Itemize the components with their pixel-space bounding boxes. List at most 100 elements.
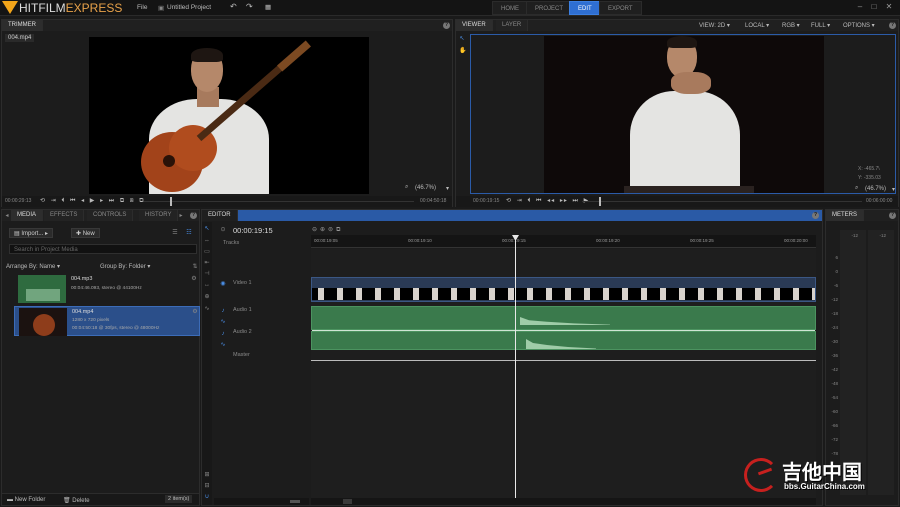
slide-tool-icon[interactable]: ↔ <box>204 282 210 288</box>
chair <box>624 186 754 193</box>
rgb-select[interactable]: RGB ▾ <box>782 22 800 29</box>
roll-tool-icon[interactable]: ⊣ <box>204 271 210 277</box>
waveform-icon[interactable]: ∿ <box>220 319 226 325</box>
video-clip[interactable] <box>311 277 816 302</box>
full-select[interactable]: FULL ▾ <box>811 22 830 29</box>
tab-controls[interactable]: CONTROLS <box>87 210 134 221</box>
new-button[interactable]: ✚ New <box>71 228 100 238</box>
audio2-clip[interactable] <box>311 331 816 350</box>
waveform <box>26 289 60 301</box>
trimmer-video <box>89 37 369 194</box>
zoom-in-icon[interactable]: ⊞ <box>204 472 210 478</box>
rate-tool-icon[interactable]: ⊕ <box>204 294 210 300</box>
eye-icon[interactable]: ◉ <box>220 281 226 287</box>
viewer-playhead[interactable] <box>599 197 601 206</box>
help-icon[interactable]: ? <box>443 22 450 29</box>
group-by-select[interactable]: Group By: Folder ▾ <box>100 263 150 270</box>
file-menu[interactable]: File <box>137 4 147 11</box>
media-item[interactable]: 004.mp3 00:04:46.093, stereo @ 44100Hz ⚙ <box>14 274 200 304</box>
tab-trimmer[interactable]: TRIMMER <box>2 20 43 31</box>
speaker-icon[interactable]: ♪ <box>220 308 226 314</box>
redo-icon[interactable]: ↷ <box>246 2 253 11</box>
gear-icon[interactable]: ⚙ <box>192 309 198 315</box>
viewer-zoom-icon[interactable]: ⌕ <box>855 185 858 192</box>
help-icon[interactable]: ? <box>889 212 896 219</box>
tab-export[interactable]: EXPORT <box>599 1 642 15</box>
editor-header: EDITOR ? <box>202 210 822 221</box>
transport-buttons[interactable]: ⟲ ⇥ ⏴ ⏮ ◂ ▶ ▸ ⏭ ⧉ ⧈ ⧉ <box>40 197 145 205</box>
arrange-by-select[interactable]: Arrange By: Name ▾ <box>6 263 60 270</box>
help-icon[interactable]: ? <box>812 212 819 219</box>
timeline-ruler[interactable]: 00:00:19:05 00:00:19:10 00:00:19:15 00:0… <box>311 235 816 248</box>
waveform-icon[interactable]: ∿ <box>220 342 226 348</box>
meter-scale-label: -6 <box>833 283 838 288</box>
project-title[interactable]: Untitled Project <box>167 4 211 11</box>
view-mode-select[interactable]: VIEW: 2D ▾ <box>699 22 730 29</box>
meter-scale-label: -72 <box>831 437 838 442</box>
master-level-line[interactable] <box>311 360 816 361</box>
slip-tool-icon[interactable]: ⇔ <box>204 238 210 244</box>
trimmer-zoom[interactable]: (46.7%) <box>415 185 436 191</box>
tab-effects[interactable]: EFFECTS <box>44 210 85 221</box>
timeline-scroll-thumb[interactable] <box>343 499 352 504</box>
media-search-input[interactable]: Search in Project Media <box>9 244 197 254</box>
tab-home[interactable]: HOME <box>492 1 528 15</box>
gear-icon[interactable]: ⚙ <box>191 276 197 282</box>
person-shirt <box>630 91 740 193</box>
audio1-clip[interactable] <box>311 306 816 331</box>
detail-view-icon[interactable]: ☷ <box>186 230 192 236</box>
chevron-down-icon[interactable]: ▾ <box>446 185 449 192</box>
tab-meters[interactable]: METERS <box>826 210 865 221</box>
list-view-icon[interactable]: ☰ <box>172 230 178 236</box>
tab-viewer[interactable]: VIEWER <box>456 20 493 31</box>
viewer-scrubber[interactable] <box>582 201 862 202</box>
grid-icon[interactable]: ▦ <box>265 3 271 11</box>
speaker-icon[interactable]: ♪ <box>220 331 226 337</box>
magnet-icon[interactable]: ∪ <box>204 494 210 500</box>
tab-layer[interactable]: LAYER <box>496 20 529 31</box>
minimize-icon[interactable]: – <box>855 2 865 12</box>
select-tool-icon[interactable]: ↖ <box>459 36 465 42</box>
tab-edit[interactable]: EDIT <box>569 1 601 15</box>
tab-project[interactable]: PROJECT <box>526 1 573 15</box>
pan-tool-icon[interactable]: ✋ <box>459 48 466 54</box>
tab-editor[interactable]: EDITOR <box>202 210 238 221</box>
guitar-headstock <box>277 40 311 72</box>
sort-icon[interactable]: ⇅ <box>192 264 198 270</box>
delete-button[interactable]: 🗑 Delete <box>63 497 90 504</box>
select-tool-icon[interactable]: ↖ <box>204 226 210 232</box>
tabs-right-icon[interactable]: ▸ <box>178 213 184 219</box>
viewer-transport-buttons[interactable]: ⟲ ⇥ ⏴ ⏮ ◂◂ ▸▸ ⏭ ▶ <box>506 197 589 205</box>
zoom-scroll-thumb[interactable] <box>290 500 300 503</box>
timeline-playhead[interactable] <box>515 236 516 498</box>
close-icon[interactable]: ✕ <box>884 2 894 12</box>
zoom-out-icon[interactable]: ⊟ <box>204 483 210 489</box>
local-select[interactable]: LOCAL ▾ <box>745 22 769 29</box>
ripple-tool-icon[interactable]: ⇤ <box>204 260 210 266</box>
tab-media[interactable]: MEDIA <box>11 210 44 221</box>
timeline-tool-buttons[interactable]: ⊖⊕⊜⧉ <box>312 226 343 234</box>
maximize-icon[interactable]: □ <box>869 2 879 12</box>
undo-icon[interactable]: ↶ <box>230 2 237 11</box>
options-select[interactable]: OPTIONS ▾ <box>843 22 875 29</box>
chevron-down-icon[interactable]: ▾ <box>892 186 895 193</box>
editor-timecode[interactable]: 00:00:19:15 <box>233 226 273 235</box>
import-button[interactable]: ▤ Import... ▸ <box>9 228 54 238</box>
meter-scale-label: -24 <box>831 325 838 330</box>
new-folder-button[interactable]: ▬ New Folder <box>7 497 45 503</box>
zoom-scrollbar[interactable] <box>214 498 309 505</box>
snap-tool-icon[interactable]: ∿ <box>204 306 210 312</box>
hitfilm-logo-icon <box>2 1 18 14</box>
tabs-left-icon[interactable]: ◂ <box>4 213 10 219</box>
timeline-scrollbar[interactable] <box>311 498 816 505</box>
tab-history[interactable]: HISTORY <box>139 210 179 221</box>
help-icon[interactable]: ? <box>190 212 197 219</box>
razor-tool-icon[interactable]: ▭ <box>204 249 210 255</box>
ruler-tick-label: 00:00:19:10 <box>408 238 432 243</box>
trimmer-scrubber[interactable] <box>144 201 414 202</box>
trimmer-playhead[interactable] <box>170 197 172 206</box>
help-icon[interactable]: ? <box>889 22 896 29</box>
media-item-selected[interactable]: 004.mp4 1280 x 720 pixels 00:04:50:18 @ … <box>14 306 200 336</box>
viewer-zoom[interactable]: (46.7%) <box>865 186 886 192</box>
trimmer-zoom-icon[interactable]: ⌕ <box>405 184 408 191</box>
